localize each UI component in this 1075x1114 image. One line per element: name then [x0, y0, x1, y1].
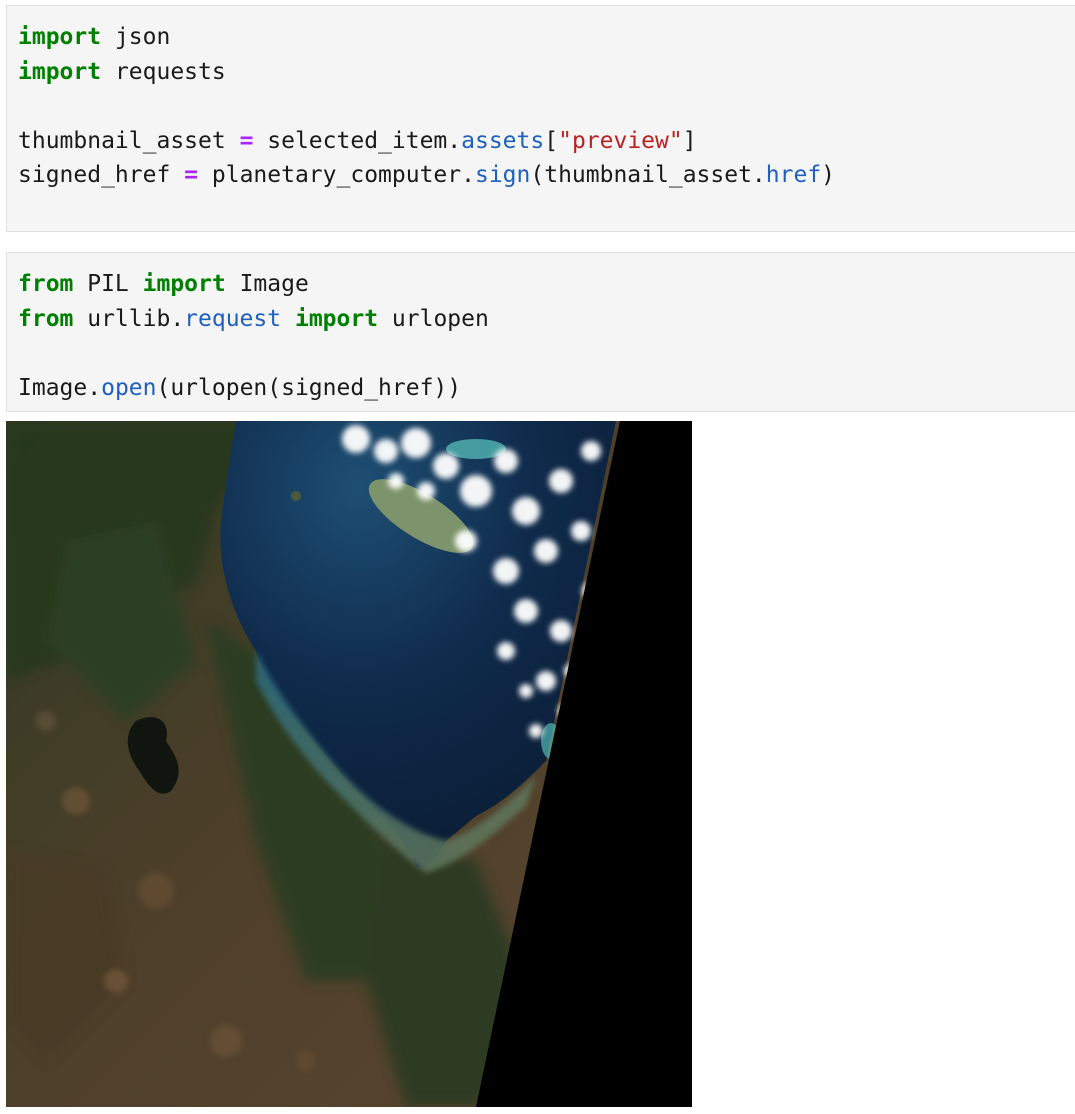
code-line: from PIL import Image	[18, 267, 1075, 302]
code-token: open	[101, 374, 157, 401]
code-token: selected_item.	[253, 127, 462, 154]
code-cell[interactable]: from PIL import Image from urllib.request…	[6, 252, 1075, 412]
code-token: import	[142, 271, 226, 297]
code-token: urlopen	[378, 305, 489, 332]
code-line: thumbnail_asset = selected_item.assets["…	[18, 124, 1075, 159]
code-token: import	[18, 24, 102, 50]
code-editor[interactable]: import json import requests thumbnail_ass…	[7, 6, 1075, 193]
code-token: (urlopen(signed_href))	[156, 374, 462, 401]
code-token: "preview"	[558, 127, 683, 154]
code-token: sign	[474, 162, 531, 188]
cell-output-image	[6, 421, 692, 1107]
code-line: signed_href = planetary_computer.sign(th…	[18, 158, 1075, 193]
code-token: import	[294, 305, 379, 332]
code-line: from urllib.request import urlopen	[18, 302, 1075, 337]
code-token: href	[765, 162, 822, 188]
code-token: json	[101, 24, 171, 50]
code-token: import	[18, 58, 102, 85]
code-token: =	[239, 127, 254, 154]
code-token: Image.	[18, 374, 102, 401]
code-token: request	[184, 305, 282, 332]
code-token: planetary_computer.	[198, 162, 475, 188]
code-line: import requests	[18, 55, 1075, 90]
code-token: signed_href	[18, 162, 185, 188]
code-token: Image	[225, 271, 309, 297]
code-token: thumbnail_asset	[18, 127, 240, 154]
code-token: [	[544, 127, 559, 154]
code-line: import json	[18, 20, 1075, 55]
code-token: =	[184, 162, 199, 188]
satellite-preview-image	[6, 421, 692, 1107]
code-editor[interactable]: from PIL import Image from urllib.request…	[7, 253, 1075, 405]
code-line: Image.open(urlopen(signed_href))	[18, 371, 1075, 406]
code-token: )	[821, 162, 836, 188]
code-token: assets	[461, 127, 545, 154]
code-token: from	[18, 305, 74, 332]
code-token: from	[18, 271, 74, 297]
code-token: (thumbnail_asset.	[530, 162, 766, 188]
code-token: urllib.	[73, 305, 185, 332]
code-token: ]	[682, 127, 697, 154]
code-token: requests	[101, 58, 226, 85]
code-cell[interactable]: import json import requests thumbnail_ass…	[6, 5, 1075, 232]
code-token: PIL	[73, 271, 143, 297]
